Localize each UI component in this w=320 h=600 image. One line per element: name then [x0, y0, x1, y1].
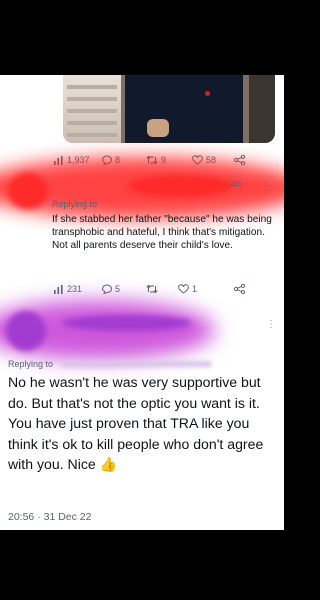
photo-bookshelf: [63, 75, 121, 143]
tweet-timestamp[interactable]: 20:56 · 31 Dec 22: [8, 511, 91, 523]
more-options-icon[interactable]: ⋮: [266, 319, 277, 330]
reply-icon: [102, 284, 112, 294]
share-icon: [234, 284, 245, 294]
name-redaction: [62, 315, 192, 331]
photo-background: [249, 75, 275, 143]
screenshot-canvas: 1,937 8 9 58 4m ⋮ Replying to If she sta…: [0, 75, 284, 530]
replying-to-label: Replying to: [8, 359, 54, 369]
views-count: 231: [67, 284, 83, 294]
views-action[interactable]: 231: [54, 284, 82, 294]
thumbs-up-icon: 👍: [99, 456, 118, 472]
photo-stripe: [67, 85, 117, 89]
handle-redaction: [62, 361, 212, 367]
reply-action[interactable]: 5: [102, 284, 120, 294]
more-options-icon[interactable]: ⋮: [266, 179, 277, 190]
avatar-redaction: [6, 311, 46, 351]
reply-body: If she stabbed her father "because" he w…: [52, 214, 272, 251]
like-action[interactable]: 1: [178, 284, 197, 294]
like-count: 1: [192, 284, 198, 294]
name-redaction: [128, 175, 232, 197]
photo-stripe: [67, 97, 117, 101]
heart-icon: [178, 284, 189, 294]
main-tweet-text: No he wasn't he was very supportive but …: [8, 374, 264, 472]
avatar-redaction: [8, 173, 48, 209]
retweet-icon: [146, 284, 158, 294]
views-icon: [54, 284, 63, 294]
photo-hand: [147, 119, 169, 137]
retweet-action[interactable]: [146, 284, 161, 294]
photo-person: [125, 75, 243, 143]
tweet-photo[interactable]: [63, 75, 275, 143]
reply-actions: 231 5 1: [54, 284, 274, 298]
share-action[interactable]: [234, 284, 245, 294]
photo-stripe: [67, 109, 117, 113]
photo-stripe: [67, 121, 117, 125]
replying-to-label: Replying to: [52, 199, 98, 209]
main-tweet-body: No he wasn't he was very supportive but …: [8, 372, 280, 475]
photo-stripe: [67, 133, 117, 137]
reply-time: 4m: [230, 179, 243, 189]
photo-pin: [205, 91, 210, 96]
reply-count: 5: [115, 284, 121, 294]
